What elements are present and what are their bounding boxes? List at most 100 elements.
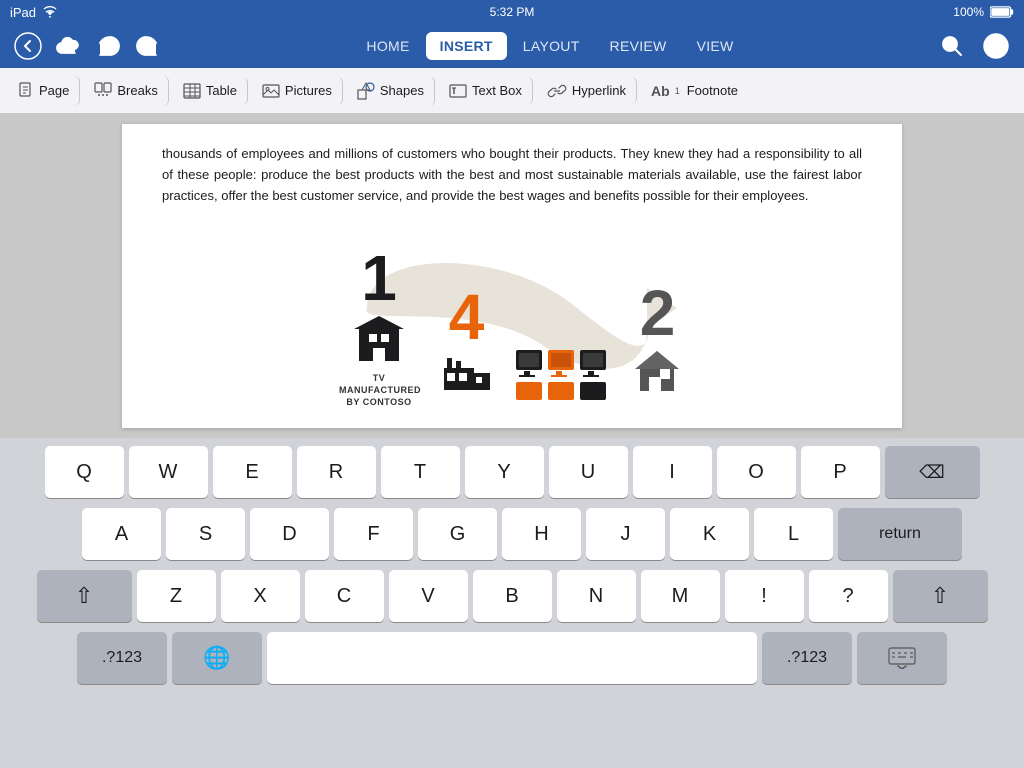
footnote-icon: Ab	[651, 83, 670, 99]
keyboard-row-2: A S D F G H J K L return	[4, 508, 1020, 560]
wifi-icon	[42, 6, 58, 18]
key-q[interactable]: Q	[45, 446, 124, 498]
house-icon	[630, 349, 685, 398]
search-button[interactable]	[936, 30, 968, 62]
carrier-label: iPad	[10, 5, 36, 20]
hyperlink-icon	[547, 84, 567, 98]
key-c[interactable]: C	[305, 570, 384, 622]
shift-right-key[interactable]: ⇧	[893, 570, 988, 622]
toolbar-shapes[interactable]: Shapes	[347, 76, 435, 106]
key-l[interactable]: L	[754, 508, 833, 560]
key-m[interactable]: M	[641, 570, 720, 622]
info-item-1: 1 TV MANUFACTUREDBY CONTOSO	[339, 246, 419, 408]
key-v[interactable]: V	[389, 570, 468, 622]
key-f[interactable]: F	[334, 508, 413, 560]
numpad-left-key[interactable]: .?123	[77, 632, 167, 684]
toolbar-pictures[interactable]: Pictures	[252, 77, 343, 105]
time-display: 5:32 PM	[490, 5, 535, 19]
key-h[interactable]: H	[502, 508, 581, 560]
number-2: 2	[640, 281, 676, 345]
hide-keyboard-key[interactable]	[857, 632, 947, 684]
page-icon	[18, 82, 34, 100]
keyboard: Q W E R T Y U I O P ⌫ A S D F G H J K L …	[0, 438, 1024, 768]
backspace-key[interactable]: ⌫	[885, 446, 980, 498]
toolbar-page-label: Page	[39, 83, 69, 98]
textbox-icon	[449, 83, 467, 99]
key-b[interactable]: B	[473, 570, 552, 622]
toolbar: Page Breaks Table Pictures	[0, 68, 1024, 114]
key-e[interactable]: E	[213, 446, 292, 498]
key-s[interactable]: S	[166, 508, 245, 560]
toolbar-hyperlink-label: Hyperlink	[572, 83, 626, 98]
globe-key[interactable]: 🌐	[172, 632, 262, 684]
key-t[interactable]: T	[381, 446, 460, 498]
toolbar-table-label: Table	[206, 83, 237, 98]
key-k[interactable]: K	[670, 508, 749, 560]
battery-icon	[990, 6, 1014, 18]
factory-icon	[439, 353, 494, 398]
info-item-3: 2	[630, 281, 685, 398]
back-button[interactable]	[12, 30, 44, 62]
toolbar-footnote-label: Footnote	[687, 83, 738, 98]
toolbar-page[interactable]: Page	[8, 76, 80, 106]
key-w[interactable]: W	[129, 446, 208, 498]
keyboard-bottom-row: .?123 🌐 .?123	[4, 632, 1020, 684]
return-key[interactable]: return	[838, 508, 962, 560]
shift-left-key[interactable]: ⇧	[37, 570, 132, 622]
key-o[interactable]: O	[717, 446, 796, 498]
building-icon	[349, 314, 409, 369]
number-4: 4	[449, 285, 485, 349]
infographic: 1 TV MANUFACTUREDBY CONTOSO 4	[162, 218, 862, 418]
cloud-icon[interactable]	[52, 30, 84, 62]
document-area: thousands of employees and millions of c…	[0, 114, 1024, 438]
tv-group	[514, 348, 610, 408]
toolbar-breaks[interactable]: Breaks	[84, 76, 168, 106]
account-button[interactable]	[980, 30, 1012, 62]
toolbar-footnote[interactable]: Ab 1 Footnote	[641, 77, 748, 105]
key-r[interactable]: R	[297, 446, 376, 498]
infographic-content: 1 TV MANUFACTUREDBY CONTOSO 4	[162, 276, 862, 408]
toolbar-hyperlink[interactable]: Hyperlink	[537, 77, 637, 104]
info-item-2: 4	[439, 285, 494, 398]
keyboard-row-3: ⇧ Z X C V B N M ! ? ⇧	[4, 570, 1020, 622]
breaks-icon	[94, 82, 112, 100]
toolbar-textbox[interactable]: Text Box	[439, 77, 533, 105]
space-key[interactable]	[267, 632, 757, 684]
tab-layout[interactable]: LAYOUT	[509, 32, 594, 60]
shapes-icon	[357, 82, 375, 100]
table-icon	[183, 83, 201, 99]
tab-insert[interactable]: INSERT	[426, 32, 507, 60]
nav-tabs: HOME INSERT LAYOUT REVIEW VIEW	[352, 32, 747, 60]
tab-home[interactable]: HOME	[352, 32, 423, 60]
key-n[interactable]: N	[557, 570, 636, 622]
title-bar: HOME INSERT LAYOUT REVIEW VIEW	[0, 24, 1024, 68]
tab-view[interactable]: VIEW	[683, 32, 748, 60]
key-exclaim[interactable]: !	[725, 570, 804, 622]
toolbar-shapes-label: Shapes	[380, 83, 424, 98]
toolbar-breaks-label: Breaks	[117, 83, 157, 98]
key-z[interactable]: Z	[137, 570, 216, 622]
info-label-1: TV MANUFACTUREDBY CONTOSO	[339, 373, 419, 408]
redo-button[interactable]	[132, 30, 164, 62]
key-p[interactable]: P	[801, 446, 880, 498]
document-page: thousands of employees and millions of c…	[122, 124, 902, 428]
key-g[interactable]: G	[418, 508, 497, 560]
undo-button[interactable]	[92, 30, 124, 62]
key-a[interactable]: A	[82, 508, 161, 560]
keyboard-row-1: Q W E R T Y U I O P ⌫	[4, 446, 1020, 498]
key-x[interactable]: X	[221, 570, 300, 622]
number-1: 1	[361, 246, 397, 310]
toolbar-table[interactable]: Table	[173, 77, 248, 105]
key-j[interactable]: J	[586, 508, 665, 560]
document-paragraph: thousands of employees and millions of c…	[162, 144, 862, 206]
toolbar-textbox-label: Text Box	[472, 83, 522, 98]
tab-review[interactable]: REVIEW	[596, 32, 681, 60]
key-u[interactable]: U	[549, 446, 628, 498]
toolbar-pictures-label: Pictures	[285, 83, 332, 98]
key-question[interactable]: ?	[809, 570, 888, 622]
key-i[interactable]: I	[633, 446, 712, 498]
key-d[interactable]: D	[250, 508, 329, 560]
key-y[interactable]: Y	[465, 446, 544, 498]
numpad-right-key[interactable]: .?123	[762, 632, 852, 684]
battery-label: 100%	[953, 5, 984, 19]
